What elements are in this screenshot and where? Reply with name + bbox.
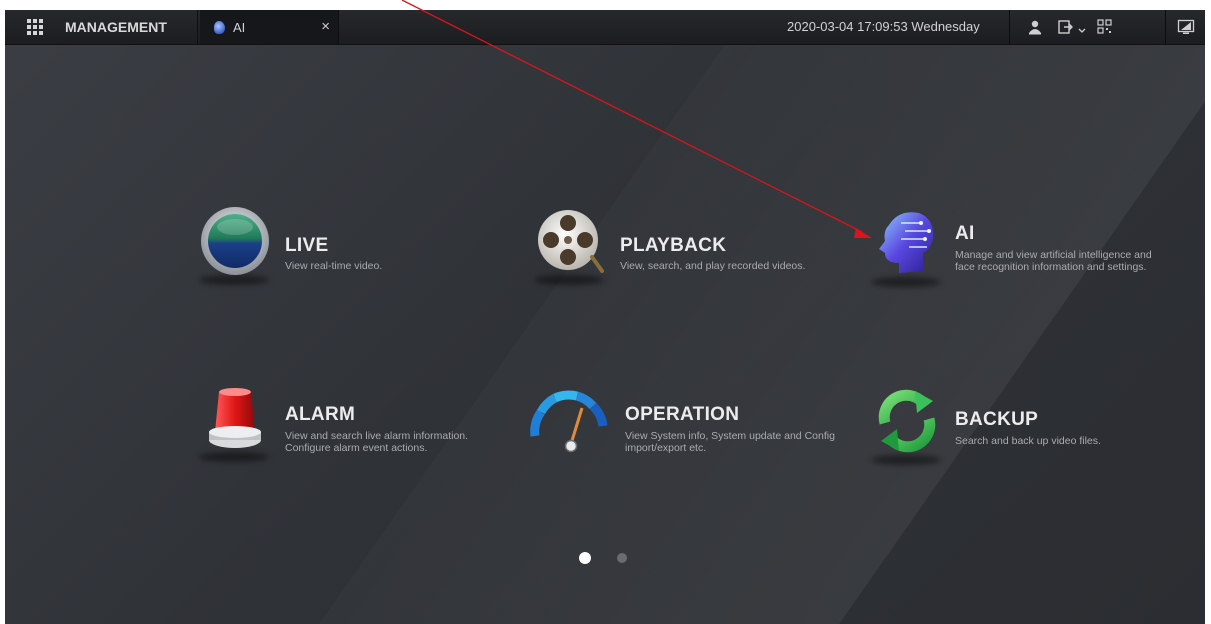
ai-head-icon: [879, 212, 934, 273]
logout-icon[interactable]: [1057, 19, 1087, 35]
operation-description: View System info, System update and Conf…: [625, 430, 835, 454]
ai-module[interactable]: AI Manage and view artificial intelligen…: [867, 205, 1167, 300]
page-dot-1[interactable]: [579, 552, 591, 564]
alarm-siren-icon: [209, 388, 261, 448]
playback-title: PLAYBACK: [620, 235, 727, 256]
divider: [1009, 10, 1010, 44]
playback-description: View, search, and play recorded videos.: [620, 260, 806, 272]
sync-arrows-icon: [878, 389, 936, 453]
operation-title: OPERATION: [625, 404, 740, 425]
backup-description: Search and back up video files.: [955, 435, 1101, 447]
live-description: View real-time video.: [285, 260, 383, 272]
live-module[interactable]: LIVE View real-time video.: [195, 205, 495, 295]
page-dot-2[interactable]: [617, 553, 627, 563]
page-indicator: [579, 552, 627, 564]
icon-shadow: [871, 277, 941, 287]
alarm-title: ALARM: [285, 404, 356, 425]
live-camera-icon: [201, 207, 269, 275]
gauge-icon: [530, 390, 608, 453]
datetime-display: 2020-03-04 17:09:53 Wednesday: [787, 19, 980, 34]
backup-module[interactable]: BACKUP Search and back up video files.: [867, 385, 1167, 475]
top-bar: MANAGEMENT AI × 2020-03-04 17:09:53 Wedn…: [5, 10, 1205, 45]
playback-module[interactable]: PLAYBACK View, search, and play recorded…: [530, 205, 850, 295]
user-icon[interactable]: [1026, 19, 1044, 35]
film-reel-icon: [538, 210, 604, 273]
divider: [1165, 10, 1166, 44]
qr-code-icon[interactable]: [1096, 19, 1114, 35]
ai-head-icon: [214, 20, 225, 34]
alarm-description: View and search live alarm information. …: [285, 430, 469, 454]
backup-title: BACKUP: [955, 409, 1039, 430]
management-label: MANAGEMENT: [65, 19, 167, 35]
ai-title: AI: [955, 223, 975, 244]
ai-description: Manage and view artificial intelligence …: [955, 249, 1152, 273]
live-title: LIVE: [285, 235, 329, 256]
alarm-module[interactable]: ALARM View and search live alarm informa…: [195, 382, 505, 472]
close-icon[interactable]: ×: [321, 18, 330, 35]
management-menu-button[interactable]: MANAGEMENT: [5, 10, 198, 44]
main-screen: MANAGEMENT AI × 2020-03-04 17:09:53 Wedn…: [5, 10, 1205, 624]
grid-icon: [27, 19, 43, 35]
tab-label: AI: [233, 19, 246, 35]
monitor-icon[interactable]: [1177, 19, 1195, 35]
tab-ai[interactable]: AI ×: [200, 10, 339, 44]
operation-module[interactable]: OPERATION View System info, System updat…: [525, 382, 855, 472]
